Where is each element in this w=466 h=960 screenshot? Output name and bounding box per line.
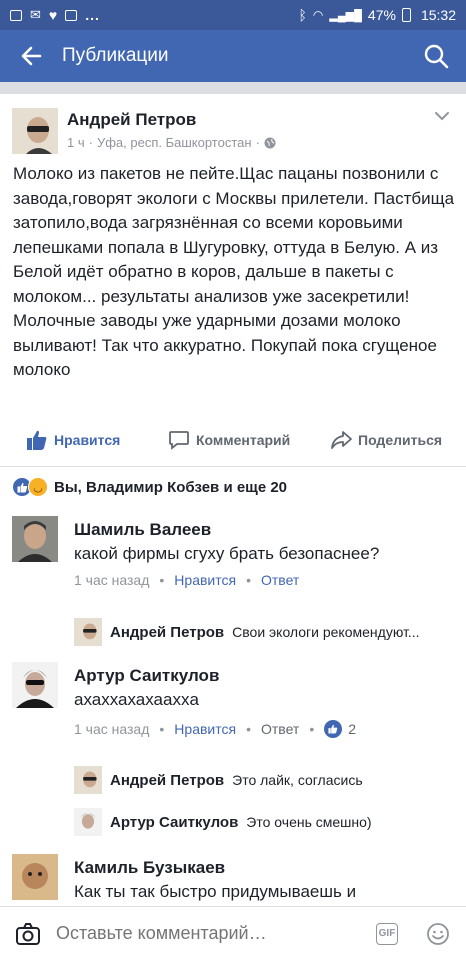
battery-percent: 47%: [367, 7, 396, 23]
comment-text: ахаххахахааххa: [74, 690, 199, 709]
comment-time: 1 час назад: [74, 721, 150, 737]
comment-label: Комментарий: [196, 432, 291, 448]
comment-item: Артур Саиткулов ахаххахахааххa 1 час наз…: [0, 656, 466, 846]
like-button[interactable]: Нравится: [26, 429, 120, 451]
wifi-icon: ◠: [312, 8, 324, 22]
comment-item: Шамиль Валеев какой фирмы сгуху брать бе…: [0, 510, 466, 660]
comment-meta: 1 час назад • Нравится • Ответ • 2: [74, 720, 357, 738]
image-notification-icon: [65, 9, 78, 21]
commenter-avatar[interactable]: [12, 662, 58, 708]
search-button[interactable]: [406, 30, 466, 82]
post-text: Молоко из пакетов не пейте.Щас пацаны по…: [13, 164, 455, 379]
comment-meta: 1 час назад • Нравится • Ответ: [74, 572, 300, 588]
divider: [0, 466, 466, 467]
search-icon: [424, 44, 449, 69]
like-label: Нравится: [54, 432, 121, 448]
reply-preview[interactable]: Андрей Петров Это лайк, согласись: [74, 766, 363, 794]
back-button[interactable]: [0, 30, 62, 82]
reply-avatar: [74, 766, 102, 794]
commenter-name[interactable]: Камиль Бузыкаев: [74, 858, 225, 878]
comment-icon: [169, 431, 189, 450]
post-actions: Нравится Комментарий Поделиться: [0, 420, 466, 460]
reply-author: Артур Саиткулов: [110, 813, 239, 831]
share-icon: [331, 431, 352, 449]
post-card: Андрей Петров 1 ч · Уфа, респ. Башкортос…: [0, 94, 466, 466]
comment-reply-link[interactable]: Ответ: [261, 572, 299, 588]
commenter-avatar[interactable]: [12, 516, 58, 562]
comment-composer: GIF: [0, 906, 466, 960]
thumbs-up-icon: [27, 430, 47, 450]
comment-input[interactable]: [56, 923, 376, 944]
commenter-name[interactable]: Шамиль Валеев: [74, 520, 211, 540]
clock: 15:32: [420, 7, 456, 23]
post-meta: 1 ч · Уфа, респ. Башкортостан ·: [67, 135, 276, 150]
post-location[interactable]: Уфа, респ. Башкортостан: [97, 135, 252, 150]
reactions-summary[interactable]: ◡ Вы, Владимир Кобзев и еще 20: [12, 477, 287, 497]
reply-text: Свои экологи рекомендуют...: [232, 624, 420, 640]
camera-button[interactable]: [0, 907, 56, 960]
reply-text: Это очень смешно): [246, 814, 372, 830]
comment-text: Как ты так быстро придумываешь и: [74, 882, 357, 901]
commenter-name[interactable]: Артур Саиткулов: [74, 666, 219, 686]
chevron-down-icon[interactable]: [432, 106, 452, 126]
status-bar: ✉ ♥ ... ᛒ ◠ ▂▄▆█ 47% 15:32: [0, 0, 466, 30]
signal-icon: ▂▄▆█: [329, 9, 362, 22]
reply-text: Это лайк, согласись: [232, 772, 363, 788]
battery-icon: [401, 8, 411, 22]
app-bar: Публикации: [0, 30, 466, 82]
reactions-text: Вы, Владимир Кобзев и еще 20: [54, 478, 288, 496]
share-label: Поделиться: [358, 432, 443, 448]
reply-avatar: [74, 618, 102, 646]
sticker-icon[interactable]: [426, 922, 450, 946]
comment-time: 1 час назад: [74, 572, 150, 588]
like-reaction-icon: [324, 720, 343, 738]
reply-avatar: [74, 808, 102, 836]
comment-like-count[interactable]: 2: [324, 720, 356, 738]
gif-button[interactable]: GIF: [376, 922, 398, 945]
comment-reply-link[interactable]: Ответ: [261, 721, 299, 737]
reply-preview[interactable]: Артур Саиткулов Это очень смешно): [74, 808, 372, 836]
messenger-icon: ✉: [30, 7, 41, 22]
bluetooth-icon: ᛒ: [298, 7, 307, 23]
comment-like-link[interactable]: Нравится: [174, 721, 236, 737]
arrow-left-icon: [21, 46, 42, 66]
globe-icon: [264, 137, 276, 148]
comment-text: какой фирмы сгуху брать безопаснее?: [74, 544, 380, 563]
comment-item: Камиль Бузыкаев Как ты так быстро придум…: [0, 848, 466, 906]
reply-preview[interactable]: Андрей Петров Свои экологи рекомендуют..…: [74, 618, 420, 646]
post-author[interactable]: Андрей Петров: [67, 110, 196, 130]
camera-icon: [16, 922, 40, 945]
reply-author: Андрей Петров: [110, 623, 225, 641]
more-notifications: ...: [85, 7, 100, 23]
heart-icon: ♥: [48, 7, 58, 23]
commenter-avatar[interactable]: [12, 854, 58, 900]
reply-author: Андрей Петров: [110, 771, 225, 789]
gallery-icon: [10, 9, 22, 21]
share-button[interactable]: Поделиться: [330, 429, 442, 451]
post-time[interactable]: 1 ч: [67, 135, 85, 150]
haha-reaction-icon: ◡: [28, 477, 48, 497]
page-title: Публикации: [62, 45, 169, 66]
comment-like-link[interactable]: Нравится: [174, 572, 236, 588]
author-avatar[interactable]: [12, 108, 58, 154]
separator: [0, 82, 466, 94]
comment-button[interactable]: Комментарий: [168, 429, 290, 451]
